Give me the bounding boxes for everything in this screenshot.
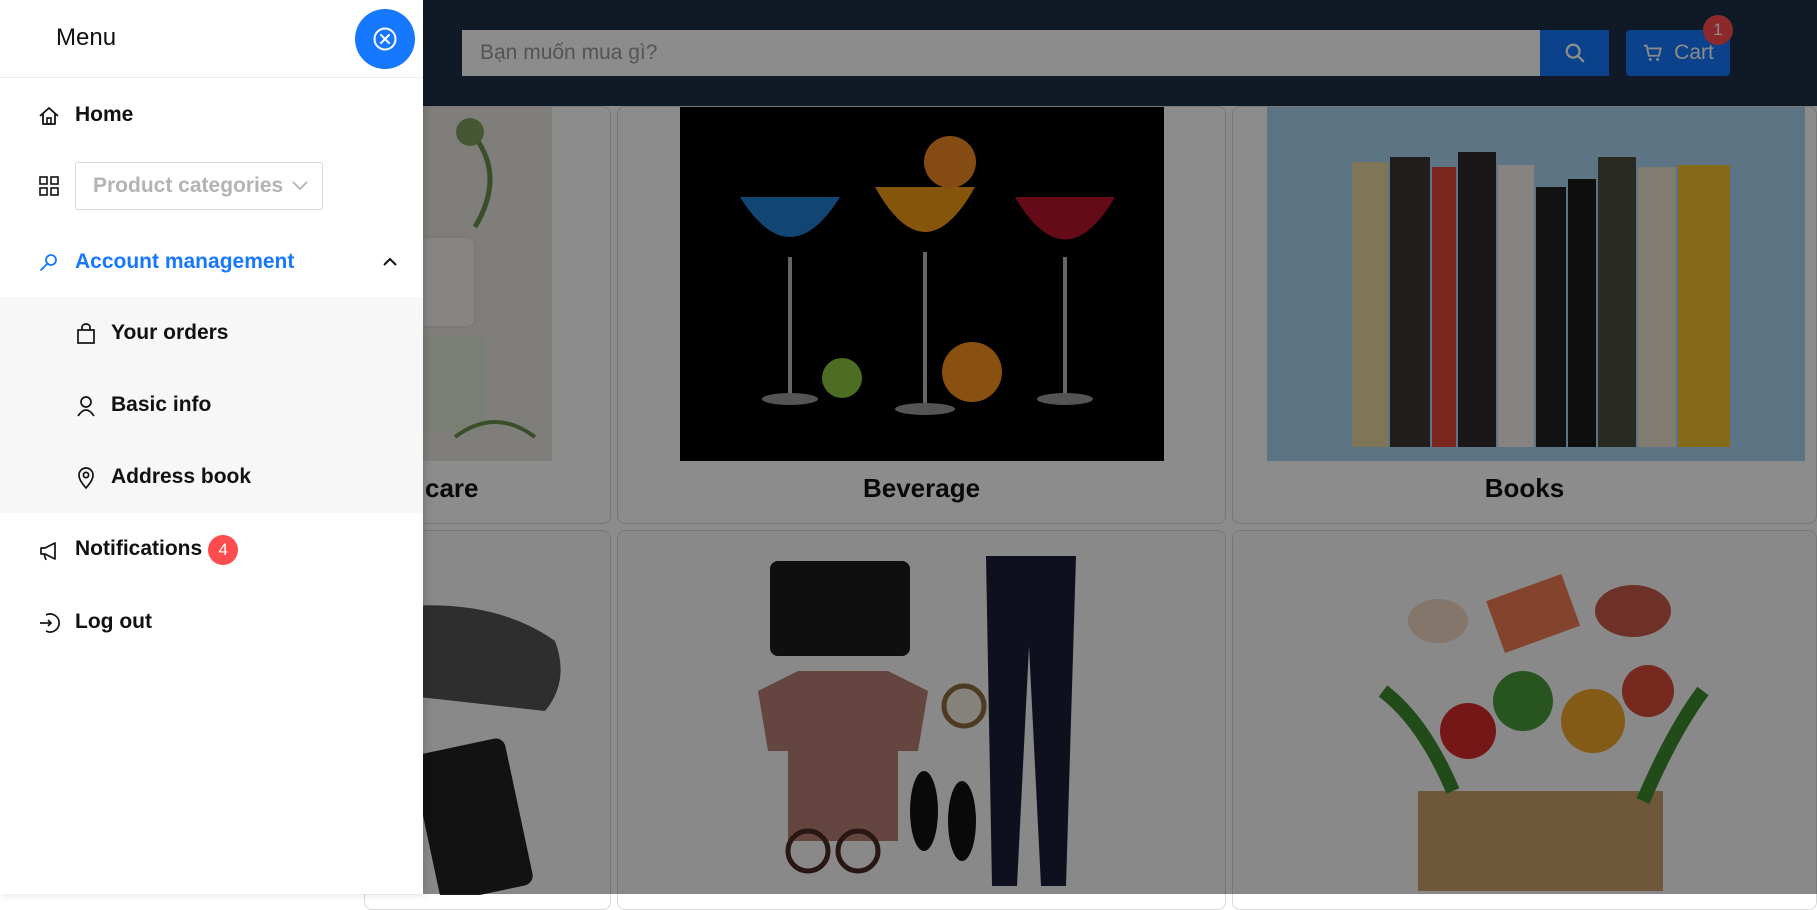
drawer-header: Menu (0, 0, 423, 78)
menu-item-label: Notifications 4 (75, 535, 239, 565)
logout-icon (40, 613, 60, 633)
menu-item-label: Home (75, 103, 134, 126)
search-key-icon (40, 254, 57, 271)
product-categories-select[interactable]: Product categories (75, 162, 323, 210)
side-menu-drawer: Menu Home Product categories Account man… (0, 0, 423, 894)
chevron-up-icon (383, 257, 397, 266)
menu-item-home[interactable]: Home (0, 86, 423, 144)
drawer-title: Menu (56, 24, 117, 51)
user-icon (77, 396, 95, 417)
select-placeholder: Product categories (93, 174, 284, 197)
submenu-item-label: Your orders (111, 321, 229, 344)
notification-count-badge: 4 (208, 535, 239, 565)
chevron-down-icon (292, 181, 308, 191)
home-icon (39, 107, 59, 125)
notifications-label: Notifications (75, 537, 203, 560)
menu-item-account-management[interactable]: Account management (0, 233, 423, 291)
submenu-item-label: Basic info (111, 393, 212, 416)
submenu-item-address-book[interactable]: Address book (0, 449, 423, 507)
megaphone-icon (40, 542, 56, 561)
submenu-item-basic-info[interactable]: Basic info (0, 377, 423, 435)
submenu-item-your-orders[interactable]: Your orders (0, 305, 423, 363)
menu-item-label: Log out (75, 610, 152, 633)
menu-item-logout[interactable]: Log out (0, 593, 423, 651)
grid-icon (39, 176, 59, 196)
shopping-bag-icon (77, 323, 95, 344)
menu-item-notifications[interactable]: Notifications 4 (0, 521, 423, 579)
location-pin-icon (78, 467, 94, 489)
submenu-item-label: Address book (111, 465, 252, 488)
menu-item-label: Account management (75, 250, 295, 273)
close-circle-icon (373, 27, 397, 51)
close-drawer-button[interactable] (355, 9, 415, 69)
